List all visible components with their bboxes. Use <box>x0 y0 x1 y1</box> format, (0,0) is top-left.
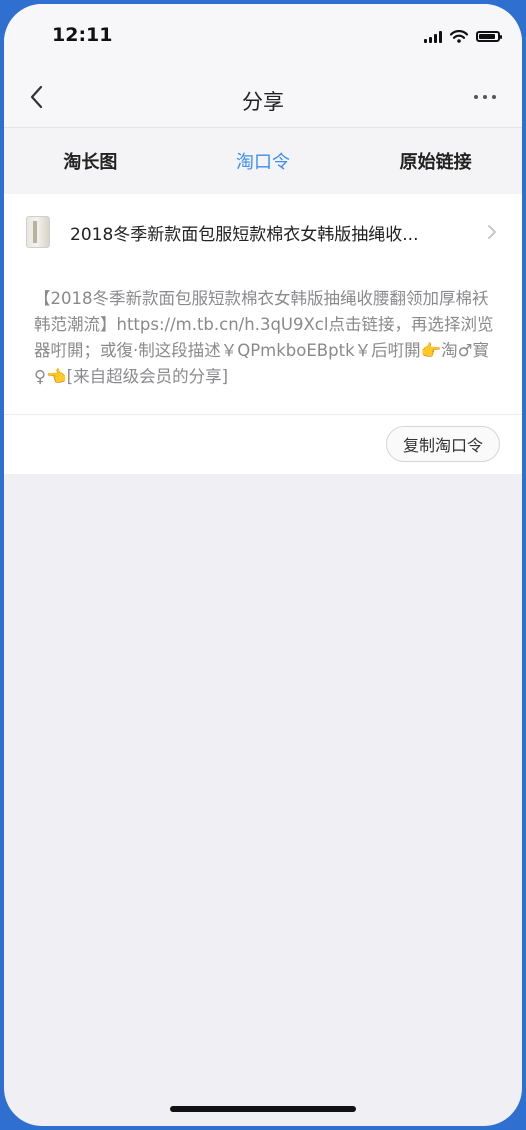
status-bar: 12:11 <box>4 4 522 66</box>
product-row[interactable]: 2018冬季新款面包服短款棉衣女韩版抽绳收... <box>4 194 522 270</box>
more-icon <box>474 95 478 99</box>
divider <box>4 414 522 415</box>
home-indicator <box>170 1106 356 1112</box>
tab-long-image[interactable]: 淘长图 <box>4 128 177 194</box>
share-tabs: 淘长图 淘口令 原始链接 <box>4 128 522 194</box>
more-button[interactable] <box>474 88 496 106</box>
status-icons <box>424 30 502 43</box>
status-time: 12:11 <box>52 24 113 46</box>
product-thumbnail <box>26 216 50 248</box>
nav-bar: 分享 <box>4 66 522 128</box>
page-title: 分享 <box>242 90 284 114</box>
share-content: 2018冬季新款面包服短款棉衣女韩版抽绳收... 【2018冬季新款面包服短款棉… <box>4 194 522 474</box>
tab-tao-password[interactable]: 淘口令 <box>177 128 350 194</box>
chevron-right-icon <box>488 225 496 239</box>
battery-icon <box>476 31 502 42</box>
copy-password-button[interactable]: 复制淘口令 <box>385 426 500 462</box>
tab-original-link[interactable]: 原始链接 <box>349 128 522 194</box>
share-description: 【2018冬季新款面包服短款棉衣女韩版抽绳收腰翻领加厚棉袄韩范潮流】https:… <box>34 289 494 386</box>
phone-screen: 12:11 分享 淘长图 淘口令 原始链接 2018冬季新款面包服短款棉衣女韩版… <box>4 4 522 1126</box>
product-title: 2018冬季新款面包服短款棉衣女韩版抽绳收... <box>70 224 419 245</box>
wifi-icon <box>450 30 468 43</box>
signal-icon <box>424 30 442 43</box>
